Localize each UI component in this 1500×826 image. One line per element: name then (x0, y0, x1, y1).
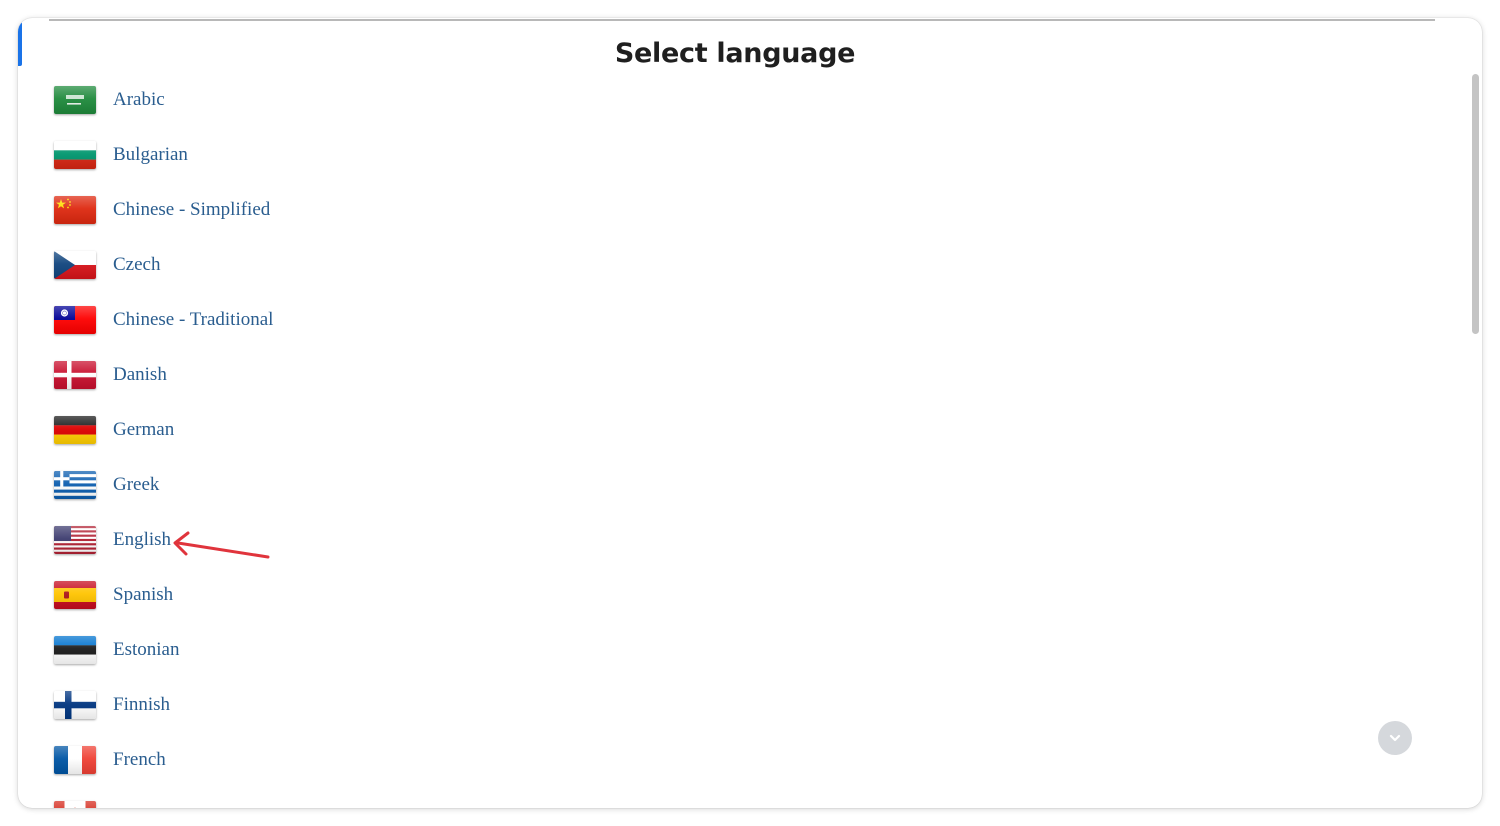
language-item-finnish[interactable]: Finnish (54, 683, 170, 727)
language-label: Danish (113, 364, 167, 385)
spain-flag-icon (54, 581, 96, 609)
germany-flag-icon (54, 416, 96, 444)
france-flag-icon (54, 746, 96, 774)
language-item-spanish[interactable]: Spanish (54, 573, 173, 617)
language-item-czech[interactable]: Czech (54, 243, 160, 287)
language-label: German (113, 419, 175, 440)
scrollbar-thumb[interactable] (1472, 74, 1479, 334)
language-item-english[interactable]: English (54, 518, 171, 562)
language-item-estonian[interactable]: Estonian (54, 628, 180, 672)
usa-flag-icon (54, 526, 96, 554)
language-item-chinese-simplified[interactable]: Chinese - Simplified (54, 188, 270, 232)
language-label: Greek (113, 474, 160, 495)
language-label: Bulgarian (113, 144, 188, 165)
language-label: Czech (113, 254, 161, 275)
language-label: Finnish (113, 694, 171, 715)
language-item-bulgarian[interactable]: Bulgarian (54, 133, 188, 177)
china-flag-icon (54, 196, 96, 224)
language-label: Estonian (113, 639, 180, 660)
language-label: Chinese - Traditional (113, 309, 274, 330)
scroll-down-button[interactable] (1378, 721, 1412, 755)
language-item-french[interactable]: French (54, 738, 166, 782)
language-label: English (113, 529, 172, 550)
top-divider (49, 19, 1435, 21)
language-item-danish[interactable]: Danish (54, 353, 167, 397)
dialog-title: Select language (614, 38, 856, 69)
denmark-flag-icon (54, 361, 96, 389)
language-label: Chinese - Simplified (113, 199, 271, 220)
estonia-flag-icon (54, 636, 96, 664)
language-item-german[interactable]: German (54, 408, 174, 452)
canada-flag-icon (54, 801, 96, 808)
taiwan-flag-icon (54, 306, 96, 334)
language-label: French (113, 749, 166, 770)
saudi-arabia-flag-icon (54, 86, 96, 114)
language-label: Arabic (113, 89, 165, 110)
language-item-chinese-traditional[interactable]: Chinese - Traditional (54, 298, 273, 342)
language-item-greek[interactable]: Greek (54, 463, 159, 507)
chevron-down-icon (1389, 734, 1401, 742)
greece-flag-icon (54, 471, 96, 499)
finland-flag-icon (54, 691, 96, 719)
language-dialog: Select language Arabic Bulgarian Chinese… (18, 18, 1482, 808)
language-item-arabic[interactable]: Arabic (54, 78, 165, 122)
language-item-partial[interactable] (54, 793, 113, 808)
bulgaria-flag-icon (54, 141, 96, 169)
language-label: Spanish (113, 584, 174, 605)
czech-flag-icon (54, 251, 96, 279)
